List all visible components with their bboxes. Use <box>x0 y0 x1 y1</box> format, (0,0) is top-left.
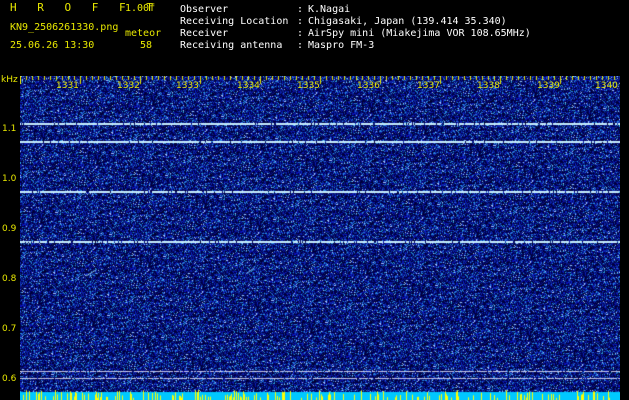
x-tick-label: 1340 <box>595 81 618 91</box>
x-tick-label: 1336 <box>357 81 380 91</box>
x-tick-label: 1332 <box>117 81 140 91</box>
info-sep: : <box>297 16 304 27</box>
y-tick-label: 0.8 <box>2 274 17 284</box>
date-time: 25.06.26 13:30 <box>10 40 95 51</box>
x-tick-label: 1337 <box>417 81 440 91</box>
x-tick-label: 1339 <box>537 81 560 91</box>
meteor-count: 58 <box>140 40 153 51</box>
info-value-antenna: Maspro FM-3 <box>308 40 375 51</box>
info-value-receiver: AirSpy mini (Miakejima VOR 108.65MHz) <box>308 28 531 39</box>
y-tick-label: 0.9 <box>2 224 17 234</box>
info-label-receiver: Receiver <box>180 28 229 39</box>
app-version: 1.00f <box>125 3 156 14</box>
x-tick-label: 1338 <box>477 81 500 91</box>
info-sep: : <box>297 40 304 51</box>
x-tick-label: 1333 <box>176 81 199 91</box>
y-tick-label: 1.0 <box>2 174 17 184</box>
x-tick-label: 1331 <box>56 81 79 91</box>
x-tick-label: 1335 <box>297 81 320 91</box>
file-name: KN9_2506261330.png <box>10 22 119 33</box>
y-tick-label: 1.1 <box>2 124 17 134</box>
y-tick-label: 0.6 <box>2 374 17 384</box>
info-sep: : <box>297 4 304 15</box>
info-label-antenna: Receiving antenna <box>180 40 283 51</box>
info-value-observer: K.Nagai <box>308 4 351 15</box>
y-axis-unit: kHz <box>1 75 18 85</box>
info-value-location: Chigasaki, Japan (139.414 35.340) <box>308 16 507 27</box>
info-sep: : <box>297 28 304 39</box>
info-label-location: Receiving Location <box>180 16 289 27</box>
spectrogram-canvas <box>20 76 620 400</box>
y-tick-label: 0.7 <box>2 324 17 334</box>
meteor-label: meteor <box>125 28 162 39</box>
x-tick-label: 1334 <box>237 81 260 91</box>
info-label-observer: Observer <box>180 4 229 15</box>
